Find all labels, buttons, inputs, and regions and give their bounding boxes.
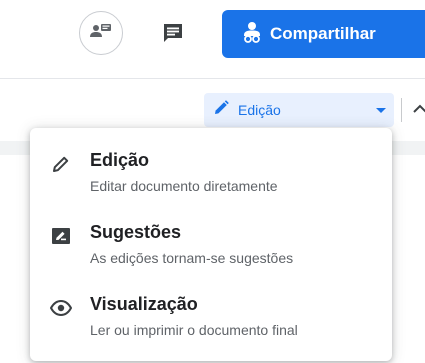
meet-present-icon bbox=[90, 23, 112, 44]
share-button-label: Compartilhar bbox=[270, 24, 376, 43]
chevron-up-icon[interactable] bbox=[412, 101, 425, 117]
share-button[interactable]: Compartilhar bbox=[222, 10, 425, 58]
menu-item-description: Ler ou imprimir o documento final bbox=[90, 322, 298, 338]
menu-item-title: Edição bbox=[90, 150, 150, 170]
editing-mode-dropdown[interactable]: Edição bbox=[204, 93, 394, 127]
docs-editor-page: Compartilhar Edição Edição Editar docume… bbox=[0, 0, 425, 363]
menu-item-suggesting[interactable]: Sugestões As edições tornam-se sugestões bbox=[30, 200, 392, 270]
pencil-icon bbox=[50, 153, 72, 175]
eye-icon bbox=[50, 297, 72, 319]
comment-history-button[interactable] bbox=[158, 20, 188, 50]
pencil-icon bbox=[212, 99, 230, 122]
meet-present-button[interactable] bbox=[79, 11, 123, 55]
people-icon bbox=[242, 21, 262, 48]
editing-mode-label: Edição bbox=[238, 102, 281, 118]
editing-mode-menu: Edição Editar documento diretamente Suge… bbox=[30, 128, 392, 361]
menu-item-viewing[interactable]: Visualização Ler ou imprimir o documento… bbox=[30, 272, 392, 342]
menu-item-title: Sugestões bbox=[90, 222, 182, 242]
caret-down-icon bbox=[376, 107, 386, 113]
comment-icon bbox=[162, 22, 184, 49]
suggest-edit-icon bbox=[50, 225, 72, 247]
menu-item-title: Visualização bbox=[90, 294, 198, 314]
menu-item-editing[interactable]: Edição Editar documento diretamente bbox=[30, 128, 392, 198]
menu-item-description: Editar documento diretamente bbox=[90, 178, 278, 194]
top-header: Compartilhar bbox=[0, 0, 425, 78]
toolbar-separator bbox=[401, 98, 402, 122]
menu-item-description: As edições tornam-se sugestões bbox=[90, 250, 294, 266]
